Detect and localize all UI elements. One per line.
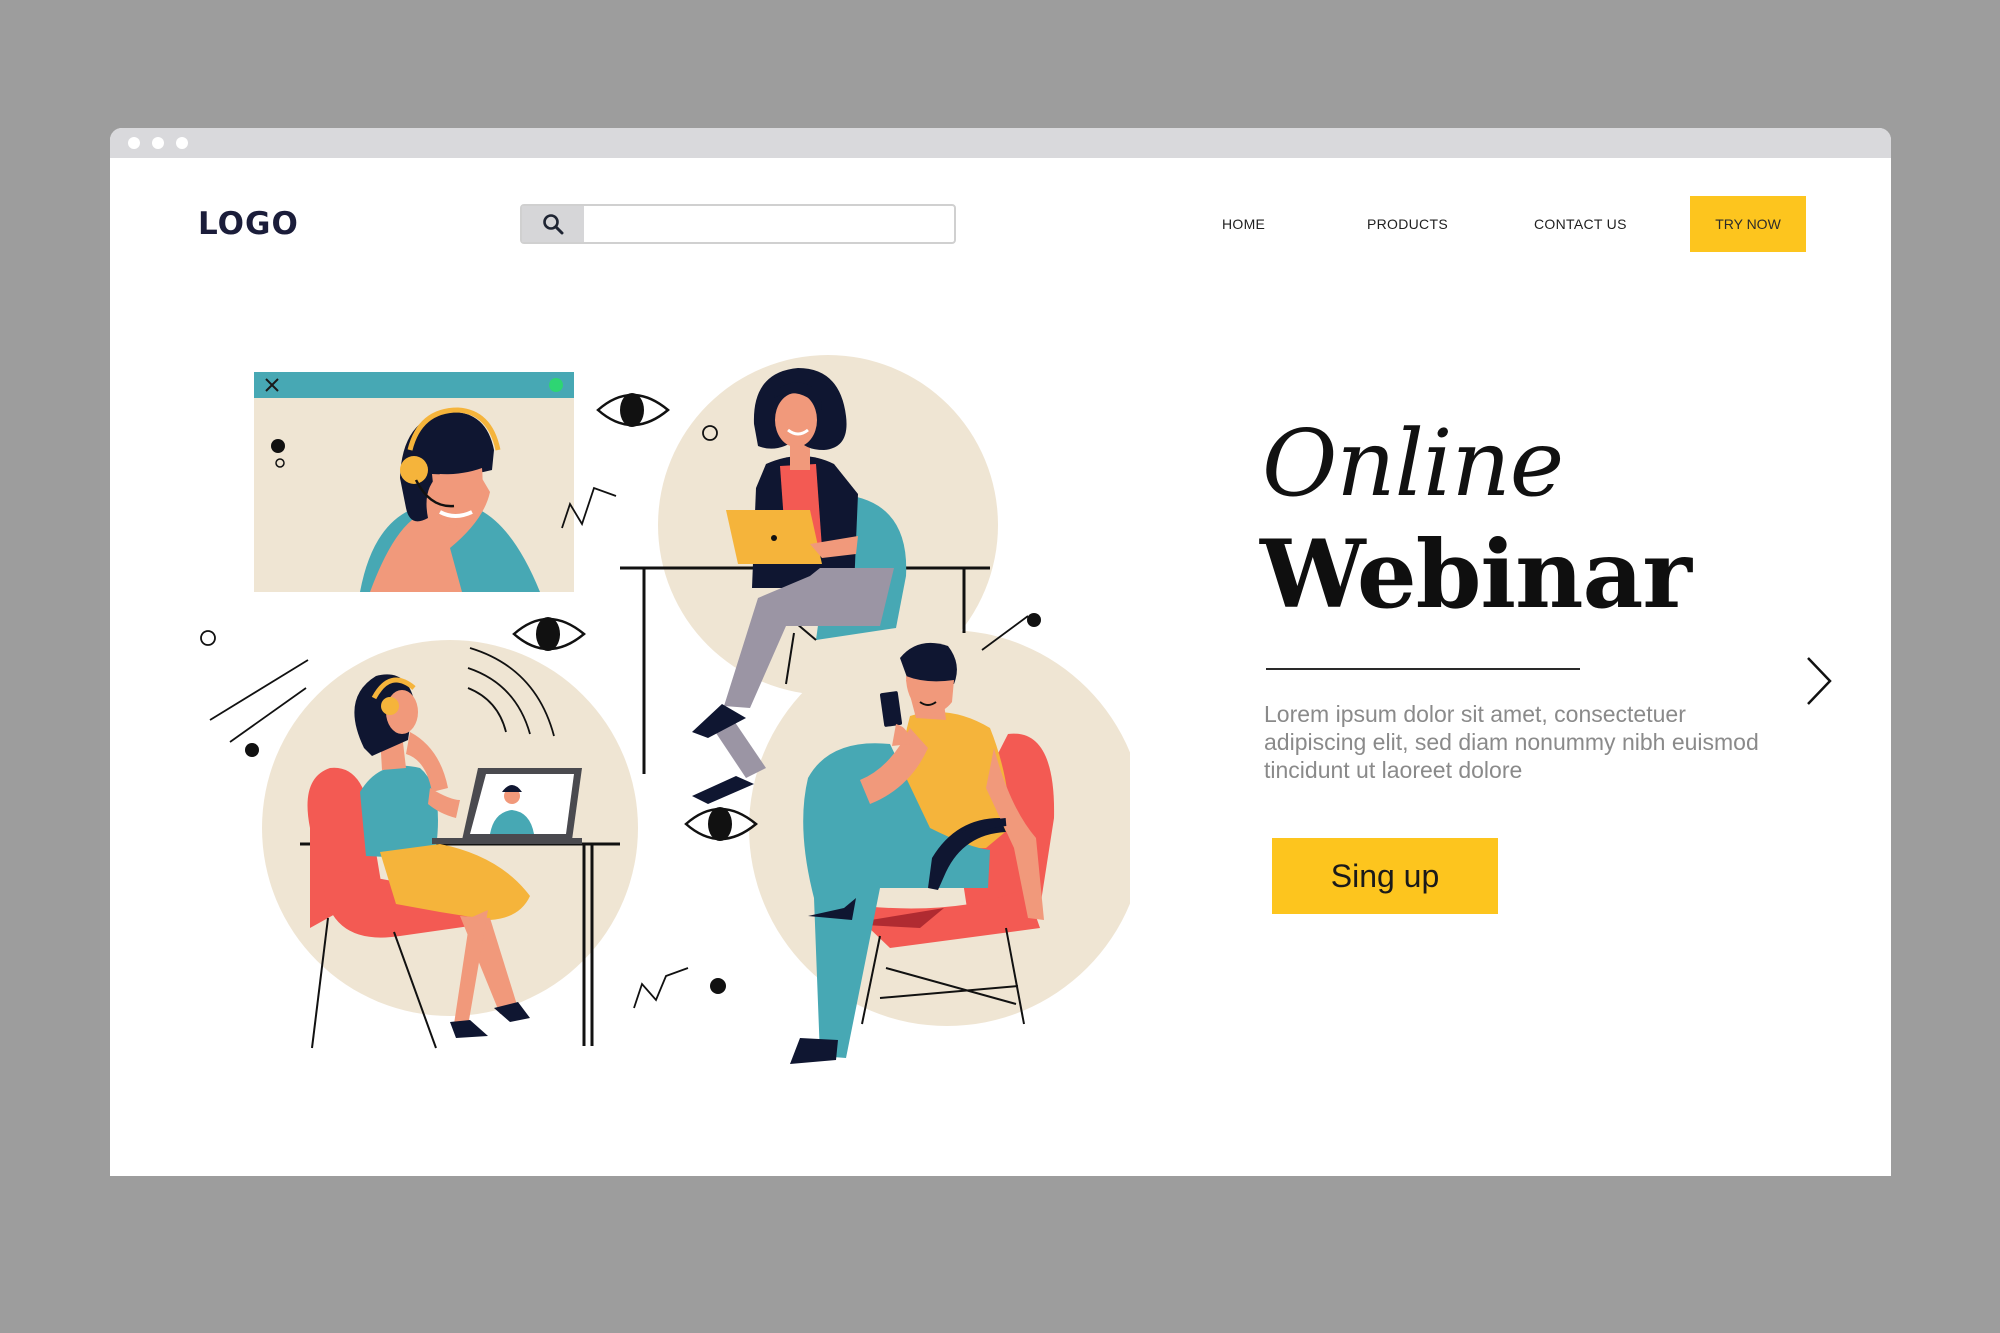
hero-description: Lorem ipsum dolor sit amet, consectetuer…: [1264, 701, 1759, 783]
browser-window: LOGO HOME PRODUCTS CONTACT US TRY NOW On…: [110, 128, 1891, 1176]
eye-icon: [684, 807, 758, 841]
chevron-right-icon[interactable]: [1802, 654, 1836, 708]
video-call-window: [254, 372, 574, 592]
eye-icon: [596, 393, 670, 427]
sign-up-button[interactable]: Sing up: [1272, 838, 1498, 914]
status-dot-icon: [549, 378, 563, 392]
webinar-illustration: [200, 355, 1130, 1064]
hero-title-line2: Webinar: [1260, 520, 1692, 630]
nav-contact-us[interactable]: CONTACT US: [1534, 216, 1627, 232]
nav-home[interactable]: HOME: [1222, 216, 1265, 232]
hero-divider: [1266, 668, 1580, 670]
eye-icon: [512, 617, 586, 651]
hero-title-line1: Online: [1262, 410, 1564, 517]
nav-products[interactable]: PRODUCTS: [1367, 216, 1448, 232]
try-now-button[interactable]: TRY NOW: [1690, 196, 1806, 252]
